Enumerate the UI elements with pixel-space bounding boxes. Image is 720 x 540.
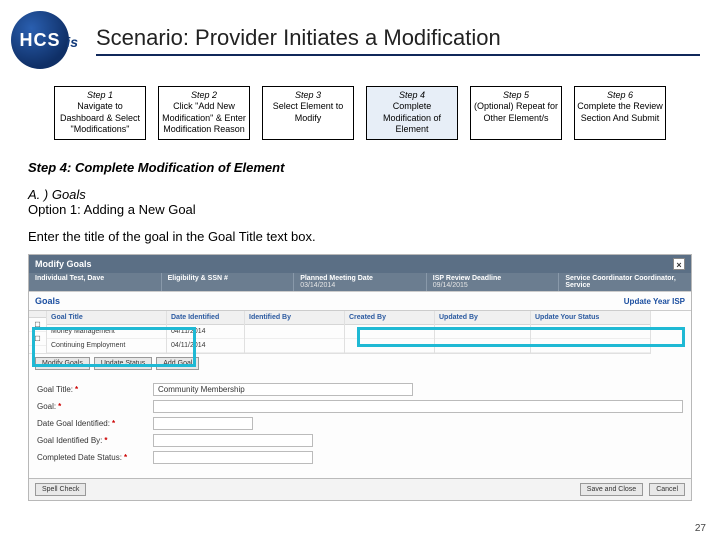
logo-circle: HCS <box>11 11 69 69</box>
meta-value: 09/14/2015 <box>433 282 468 289</box>
meta-value: 03/14/2014 <box>300 282 335 289</box>
meta-individual: Individual Test, Dave <box>29 273 162 291</box>
slide-title: Scenario: Provider Initiates a Modificat… <box>96 25 700 54</box>
cell <box>531 325 650 339</box>
date-goal-identified-label: Date Goal Identified:* <box>37 419 147 428</box>
modify-goals-panel: Modify Goals × Individual Test, Dave Eli… <box>28 254 692 501</box>
cell <box>531 339 650 353</box>
title-wrap: Scenario: Provider Initiates a Modificat… <box>96 25 700 56</box>
meta-meeting-date: Planned Meeting Date 03/14/2014 <box>294 273 427 291</box>
goal-form: Goal Title:* Community Membership Goal:*… <box>29 373 691 478</box>
col-update-status: Update Your Status <box>531 311 650 325</box>
row-checkbox[interactable]: ☐ <box>29 332 46 346</box>
spell-check-button[interactable]: Spell Check <box>35 483 86 496</box>
panel-bottom-buttons: Spell Check Save and Close Cancel <box>29 478 691 500</box>
goal-title-cell[interactable]: Continuing Employment <box>47 339 166 353</box>
meta-label: Eligibility & SSN # <box>168 275 288 282</box>
instruction-text: Enter the title of the goal in the Goal … <box>0 225 720 254</box>
step-label: Step 2 <box>161 90 247 101</box>
step-2: Step 2 Click "Add New Modification" & En… <box>158 86 250 140</box>
slide-header: HCS is Scenario: Provider Initiates a Mo… <box>0 0 720 70</box>
hcsis-logo: HCS is <box>10 10 80 70</box>
goals-bar: Goals Update Year ISP <box>29 291 691 311</box>
cell <box>345 325 434 339</box>
title-underline <box>96 54 700 56</box>
cell <box>435 325 530 339</box>
col-goal-title: Goal Title <box>47 311 166 325</box>
step-text: Complete Modification of Element <box>383 101 441 134</box>
step-label: Step 6 <box>577 90 663 101</box>
modify-goals-button[interactable]: Modify Goals <box>35 357 90 370</box>
page-number: 27 <box>695 523 706 534</box>
cancel-button[interactable]: Cancel <box>649 483 685 496</box>
col-created-by: Created By <box>345 311 434 325</box>
goal-label: Goal:* <box>37 402 147 411</box>
panel-title: Modify Goals <box>35 259 92 269</box>
goal-title-value: Community Membership <box>158 385 245 394</box>
update-status-button[interactable]: Update Status <box>94 357 152 370</box>
goal-identified-by-label: Goal Identified By:* <box>37 436 147 445</box>
cell <box>245 325 344 339</box>
save-and-close-button[interactable]: Save and Close <box>580 483 643 496</box>
col-cb <box>29 311 46 318</box>
goal-title-label: Goal Title:* <box>37 385 147 394</box>
cell <box>345 339 434 353</box>
step-4: Step 4 Complete Modification of Element <box>366 86 458 140</box>
cell <box>245 339 344 353</box>
step-text: Select Element to Modify <box>273 101 344 122</box>
date-cell: 04/11/2014 <box>167 325 244 339</box>
update-year-isp-link[interactable]: Update Year ISP <box>624 297 685 306</box>
goals-subhead: A. ) Goals <box>0 179 720 202</box>
meta-label: ISP Review Deadline <box>433 275 553 282</box>
step-6: Step 6 Complete the Review Section And S… <box>574 86 666 140</box>
panel-header: Modify Goals × <box>29 255 691 273</box>
col-date-identified: Date Identified <box>167 311 244 325</box>
step-label: Step 1 <box>57 90 143 101</box>
meta-label: Service Coordinator Coordinator, Service <box>565 275 685 289</box>
option-subhead: Option 1: Adding a New Goal <box>0 202 720 225</box>
completed-date-status-input[interactable] <box>153 451 313 464</box>
step-1: Step 1 Navigate to Dashboard & Select "M… <box>54 86 146 140</box>
step-text: Navigate to Dashboard & Select "Modifica… <box>60 101 140 134</box>
meta-coordinator: Service Coordinator Coordinator, Service <box>559 273 691 291</box>
goal-title-cell[interactable]: Money Management <box>47 325 166 339</box>
step-label: Step 4 <box>369 90 455 101</box>
step-label: Step 3 <box>265 90 351 101</box>
logo-hc-text: HCS <box>19 30 60 51</box>
completed-date-status-label: Completed Date Status:* <box>37 453 147 462</box>
meta-isp-deadline: ISP Review Deadline 09/14/2015 <box>427 273 560 291</box>
step-5: Step 5 (Optional) Repeat for Other Eleme… <box>470 86 562 140</box>
row-checkbox[interactable]: ☐ <box>29 318 46 332</box>
date-goal-identified-input[interactable] <box>153 417 253 430</box>
logo-is-text: is <box>66 34 78 50</box>
section-heading: Step 4: Complete Modification of Element <box>0 146 720 179</box>
step-3: Step 3 Select Element to Modify <box>262 86 354 140</box>
meta-label: Individual Test, Dave <box>35 275 155 282</box>
steps-row: Step 1 Navigate to Dashboard & Select "M… <box>0 70 720 146</box>
goal-title-input[interactable]: Community Membership <box>153 383 413 396</box>
step-text: Click "Add New Modification" & Enter Mod… <box>162 101 246 134</box>
meta-eligibility: Eligibility & SSN # <box>162 273 295 291</box>
col-updated-by: Updated By <box>435 311 530 325</box>
meta-label: Planned Meeting Date <box>300 275 420 282</box>
add-goal-button[interactable]: Add Goal <box>156 357 199 370</box>
step-label: Step 5 <box>473 90 559 101</box>
goal-input[interactable] <box>153 400 683 413</box>
col-identified-by: Identified By <box>245 311 344 325</box>
goal-identified-by-input[interactable] <box>153 434 313 447</box>
cell <box>435 339 530 353</box>
step-text: (Optional) Repeat for Other Element/s <box>474 101 558 122</box>
date-cell: 04/11/2014 <box>167 339 244 353</box>
close-icon[interactable]: × <box>673 258 685 270</box>
grid-action-buttons: Modify Goals Update Status Add Goal <box>29 354 691 373</box>
meta-row: Individual Test, Dave Eligibility & SSN … <box>29 273 691 291</box>
goals-grid: ☐ ☐ Goal Title Money Management Continui… <box>29 311 691 354</box>
goals-bar-title: Goals <box>35 296 60 306</box>
step-text: Complete the Review Section And Submit <box>577 101 663 122</box>
